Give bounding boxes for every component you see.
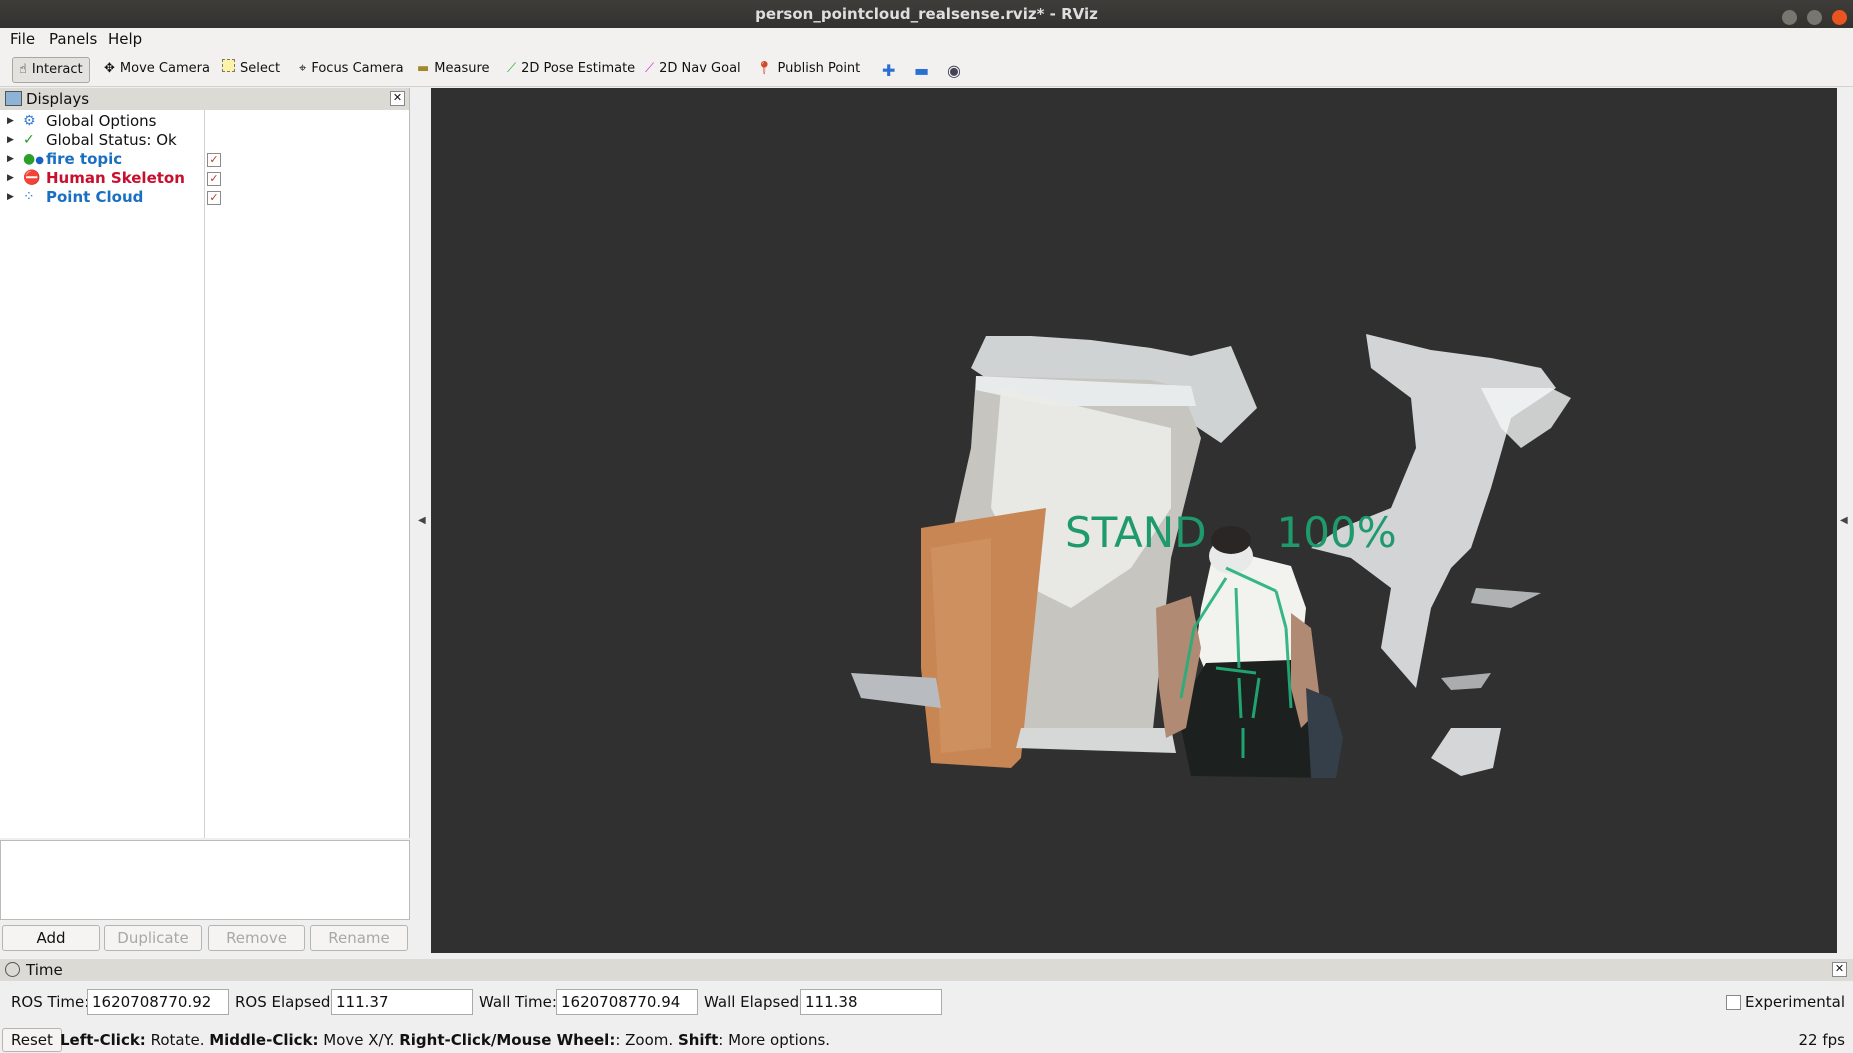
select-icon <box>222 59 235 72</box>
move-icon: ✥ <box>104 61 115 76</box>
time-panel-title: Time <box>26 961 63 979</box>
displays-header: Displays ✕ <box>0 88 409 110</box>
expand-arrow-icon[interactable]: ▶ <box>7 150 14 169</box>
human-skeleton-checkbox[interactable]: ✓ <box>207 172 221 186</box>
tree-item-fire-topic[interactable]: ▶ ●● fire topic ✓ <box>0 150 409 169</box>
toolbar: ☝ Interact ✥ Move Camera Select ⌖ Focus Cam… <box>0 52 1853 87</box>
marker-icon: ●● <box>23 151 44 167</box>
time-panel-header: Time ✕ <box>0 959 1853 981</box>
pose-confidence-label: 100% <box>1276 508 1397 557</box>
pose-state-label: STAND <box>1065 508 1207 557</box>
error-icon: ⛔ <box>23 170 41 186</box>
interact-tool-button[interactable]: ☝ Interact <box>12 57 90 83</box>
close-button[interactable] <box>1832 10 1847 25</box>
wall-elapsed-field[interactable]: 111.38 <box>800 989 942 1015</box>
gear-icon: ⚙ <box>23 113 36 129</box>
close-icon[interactable]: ✕ <box>390 91 405 106</box>
pose-estimate-tool-button[interactable]: ⟋ 2D Pose Estimate <box>507 57 635 81</box>
close-icon[interactable]: ✕ <box>1832 962 1847 977</box>
menu-file[interactable]: File <box>10 30 35 48</box>
eye-icon[interactable]: ◉ <box>947 61 961 80</box>
tree-item-global-status[interactable]: ▶ ✓ Global Status: Ok <box>0 131 409 150</box>
pose-label-overlay: STAND 100% <box>1065 508 1397 557</box>
ros-elapsed-field[interactable]: 111.37 <box>331 989 473 1015</box>
expand-arrow-icon[interactable]: ▶ <box>7 188 14 207</box>
point-cloud-checkbox[interactable]: ✓ <box>207 191 221 205</box>
hand-icon: ☝ <box>19 62 27 77</box>
expand-arrow-icon[interactable]: ▶ <box>7 169 14 188</box>
wall-time-label: Wall Time: <box>479 993 557 1011</box>
move-camera-tool-button[interactable]: ✥ Move Camera <box>104 57 210 81</box>
publish-point-tool-button[interactable]: 📍︎ Publish Point <box>756 57 860 81</box>
pointcloud-icon: ⁘ <box>23 189 35 205</box>
fire-topic-checkbox[interactable]: ✓ <box>207 153 221 167</box>
tree-item-global-options[interactable]: ▶ ⚙ Global Options <box>0 112 409 131</box>
minimize-button[interactable] <box>1781 10 1797 25</box>
fps-counter: 22 fps <box>1798 1031 1845 1049</box>
remove-button[interactable]: Remove <box>208 925 305 951</box>
status-hint: Left-Click: Rotate. Middle-Click: Move X… <box>60 1031 831 1049</box>
select-tool-button[interactable]: Select <box>222 57 280 81</box>
maximize-button[interactable] <box>1806 10 1822 25</box>
window-title: person_pointcloud_realsense.rviz* - RViz <box>755 5 1098 23</box>
displays-title: Displays <box>26 90 90 108</box>
left-collapse-arrow-icon[interactable]: ◀ <box>418 515 428 526</box>
map-pin-icon: 📍︎ <box>756 61 773 76</box>
window-titlebar: person_pointcloud_realsense.rviz* - RViz <box>0 0 1853 28</box>
pink-arrow-icon: ⟋ <box>645 61 655 76</box>
menu-bar: File Panels Help <box>0 28 1853 52</box>
rename-button[interactable]: Rename <box>310 925 408 951</box>
ruler-icon: ▬ <box>417 61 430 76</box>
tree-column-divider <box>204 110 205 838</box>
tree-item-human-skeleton[interactable]: ▶ ⛔ Human Skeleton ✓ <box>0 169 409 188</box>
measure-tool-button[interactable]: ▬ Measure <box>417 57 490 81</box>
nav-goal-tool-button[interactable]: ⟋ 2D Nav Goal <box>645 57 741 81</box>
focus-icon: ⌖ <box>299 61 307 76</box>
menu-panels[interactable]: Panels <box>49 30 97 48</box>
add-tool-icon[interactable]: ✚ <box>882 61 895 80</box>
wall-elapsed-label: Wall Elapsed: <box>704 993 805 1011</box>
display-description-box <box>0 840 410 920</box>
expand-arrow-icon[interactable]: ▶ <box>7 131 14 150</box>
experimental-label: Experimental <box>1745 993 1846 1011</box>
displays-panel: Displays ✕ ▶ ⚙ Global Options ▶ ✓ Global… <box>0 88 410 838</box>
green-arrow-icon: ⟋ <box>507 61 517 76</box>
right-collapse-arrow-icon[interactable]: ◀ <box>1840 515 1850 526</box>
wall-time-field[interactable]: 1620708770.94 <box>556 989 698 1015</box>
ros-time-label: ROS Time: <box>11 993 90 1011</box>
expand-arrow-icon[interactable]: ▶ <box>7 112 14 131</box>
remove-tool-icon[interactable]: ▬ <box>914 61 929 80</box>
ros-time-field[interactable]: 1620708770.92 <box>87 989 229 1015</box>
clock-icon <box>5 962 20 977</box>
menu-help[interactable]: Help <box>108 30 142 48</box>
tree-item-point-cloud[interactable]: ▶ ⁘ Point Cloud ✓ <box>0 188 409 207</box>
add-button[interactable]: Add <box>2 925 100 951</box>
render-viewport[interactable]: STAND 100% <box>431 88 1837 953</box>
monitor-icon <box>5 91 22 106</box>
ros-elapsed-label: ROS Elapsed: <box>235 993 336 1011</box>
duplicate-button[interactable]: Duplicate <box>104 925 202 951</box>
reset-button[interactable]: Reset <box>2 1028 62 1052</box>
experimental-checkbox[interactable] <box>1726 995 1741 1010</box>
check-icon: ✓ <box>23 132 35 148</box>
focus-camera-tool-button[interactable]: ⌖ Focus Camera <box>299 57 404 81</box>
